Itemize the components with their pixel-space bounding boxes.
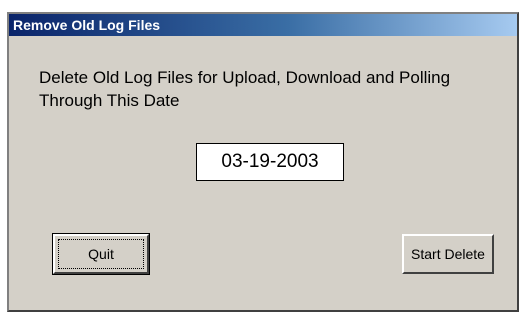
remove-log-files-dialog: Remove Old Log Files Delete Old Log File… (7, 12, 519, 312)
quit-button[interactable]: Quit (52, 233, 150, 275)
delete-instruction-text: Delete Old Log Files for Upload, Downloa… (39, 68, 451, 110)
start-delete-button-label: Start Delete (411, 246, 485, 262)
start-delete-button[interactable]: Start Delete (402, 234, 494, 274)
focus-rectangle (58, 239, 144, 269)
date-input[interactable]: 03-19-2003 (196, 143, 344, 181)
dialog-title: Remove Old Log Files (9, 14, 517, 36)
